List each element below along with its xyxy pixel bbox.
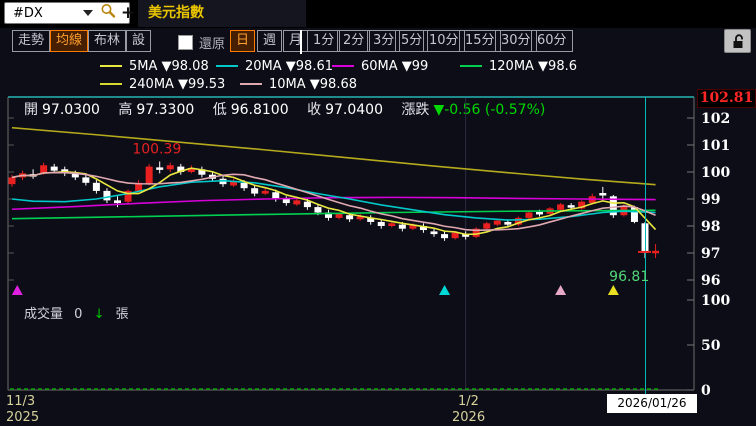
down-arrow-icon: ↓ [93, 307, 105, 322]
candle [599, 186, 607, 201]
axis-max-price-badge: 102.81 [697, 89, 756, 108]
candle [261, 188, 269, 195]
volume-axis-label: 0 [701, 383, 711, 399]
price-axis-label: 96 [701, 273, 720, 289]
signal-triangle-marker [555, 285, 567, 295]
price-axis-label: 99 [701, 192, 720, 208]
volume-axis-label: 50 [701, 338, 721, 354]
candle [230, 178, 238, 187]
price-axis-label: 100 [701, 165, 730, 181]
candle [156, 161, 164, 174]
volume-label: 成交量 [24, 307, 64, 322]
candle [557, 203, 565, 212]
240ma-line [11, 126, 656, 186]
candle [652, 244, 660, 259]
price-axis-label: 102 [701, 111, 730, 127]
candle [166, 162, 174, 172]
price-annotation: 100.39 [132, 141, 181, 157]
price-axis-label: 97 [701, 246, 720, 262]
volume-row: 成交量 0 ↓ 張 [24, 303, 129, 322]
candle [430, 228, 438, 237]
candle [103, 188, 111, 204]
candle [145, 163, 153, 186]
10ma-line [11, 171, 656, 232]
date-axis-label: 1/2 [458, 394, 479, 409]
candle [483, 221, 491, 231]
candle [441, 231, 449, 241]
date-axis-label: 2025 [6, 410, 40, 425]
signal-triangle-marker [439, 285, 451, 295]
candle [251, 185, 259, 197]
crosshair-date-tooltip: 2026/01/26 [607, 394, 697, 413]
candlestick-chart[interactable]: 102 101 100 99 98 97 96 100 50 0 100.39 96.81 [0, 0, 756, 426]
candle [29, 169, 37, 179]
volume-unit: 張 [115, 307, 129, 322]
date-axis-label: 11/3 [6, 394, 36, 409]
date-axis-label: 2026 [452, 410, 486, 425]
candle [124, 189, 132, 204]
trading-app-window: #DX + 美元指數 走勢 均線 布林 設 還原 日 週 月 1分 2分 3分 … [0, 0, 756, 426]
signal-triangle-marker [607, 285, 619, 295]
price-axis-label: 101 [701, 138, 730, 154]
volume-value: 0 [74, 307, 83, 322]
volume-axis-label: 100 [701, 293, 730, 309]
candle [82, 174, 90, 186]
candle [472, 227, 480, 239]
candle [177, 163, 185, 175]
price-annotation: 96.81 [609, 269, 649, 285]
candle [525, 211, 533, 220]
price-axis-label: 98 [701, 219, 720, 235]
candle [114, 196, 121, 208]
candle [92, 180, 100, 194]
candle [198, 166, 206, 178]
candle [325, 209, 332, 221]
candle [367, 215, 375, 225]
signal-triangle-marker [11, 285, 23, 295]
candle [293, 199, 301, 206]
candle [419, 223, 427, 233]
candle [462, 231, 470, 240]
